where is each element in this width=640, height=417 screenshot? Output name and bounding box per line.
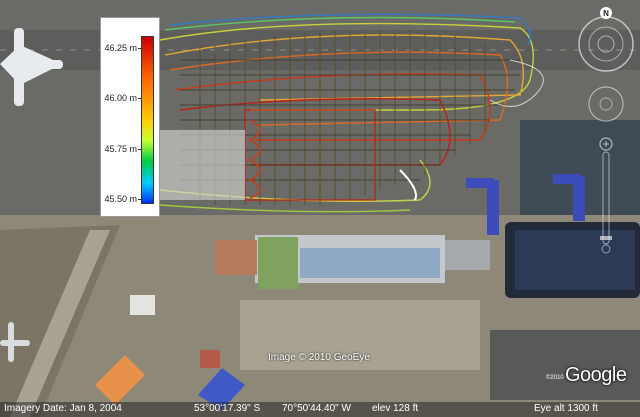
move-joystick-icon[interactable] <box>588 86 624 122</box>
longitude-readout: 70°50'44.40" W <box>282 403 351 414</box>
look-joystick-icon[interactable] <box>597 35 615 53</box>
eye-altitude-readout: Eye alt 1300 ft <box>534 403 598 414</box>
legend-tick <box>138 149 142 150</box>
elevation-readout: elev 128 ft <box>372 403 419 414</box>
logo-year: ©2010 <box>546 375 564 381</box>
compass-icon[interactable]: N <box>578 7 634 72</box>
google-logo: Google <box>565 364 627 386</box>
legend-tick-label: 46.25 m <box>104 43 137 53</box>
legend-tick-label: 46.00 m <box>104 93 137 103</box>
legend-tick <box>138 199 142 200</box>
legend-tick <box>138 48 142 49</box>
legend-tick <box>138 98 142 99</box>
north-label: N <box>603 9 609 18</box>
zoom-slider-icon[interactable] <box>599 137 613 254</box>
legend-tick-label: 45.50 m <box>104 194 137 204</box>
imagery-date: Imagery Date: Jan 8, 2004 <box>4 403 122 414</box>
imagery-copyright: Image © 2010 GeoEye <box>268 352 370 363</box>
elevation-legend: 46.25 m 46.00 m 45.75 m 45.50 m <box>100 17 160 217</box>
status-bar: Imagery Date: Jan 8, 2004 53°00'17.39" S… <box>0 402 640 417</box>
legend-tick-label: 45.75 m <box>104 144 137 154</box>
navigation-controls: N <box>578 4 634 254</box>
legend-color-bar <box>141 36 154 204</box>
latitude-readout: 53°00'17.39" S <box>194 403 261 414</box>
